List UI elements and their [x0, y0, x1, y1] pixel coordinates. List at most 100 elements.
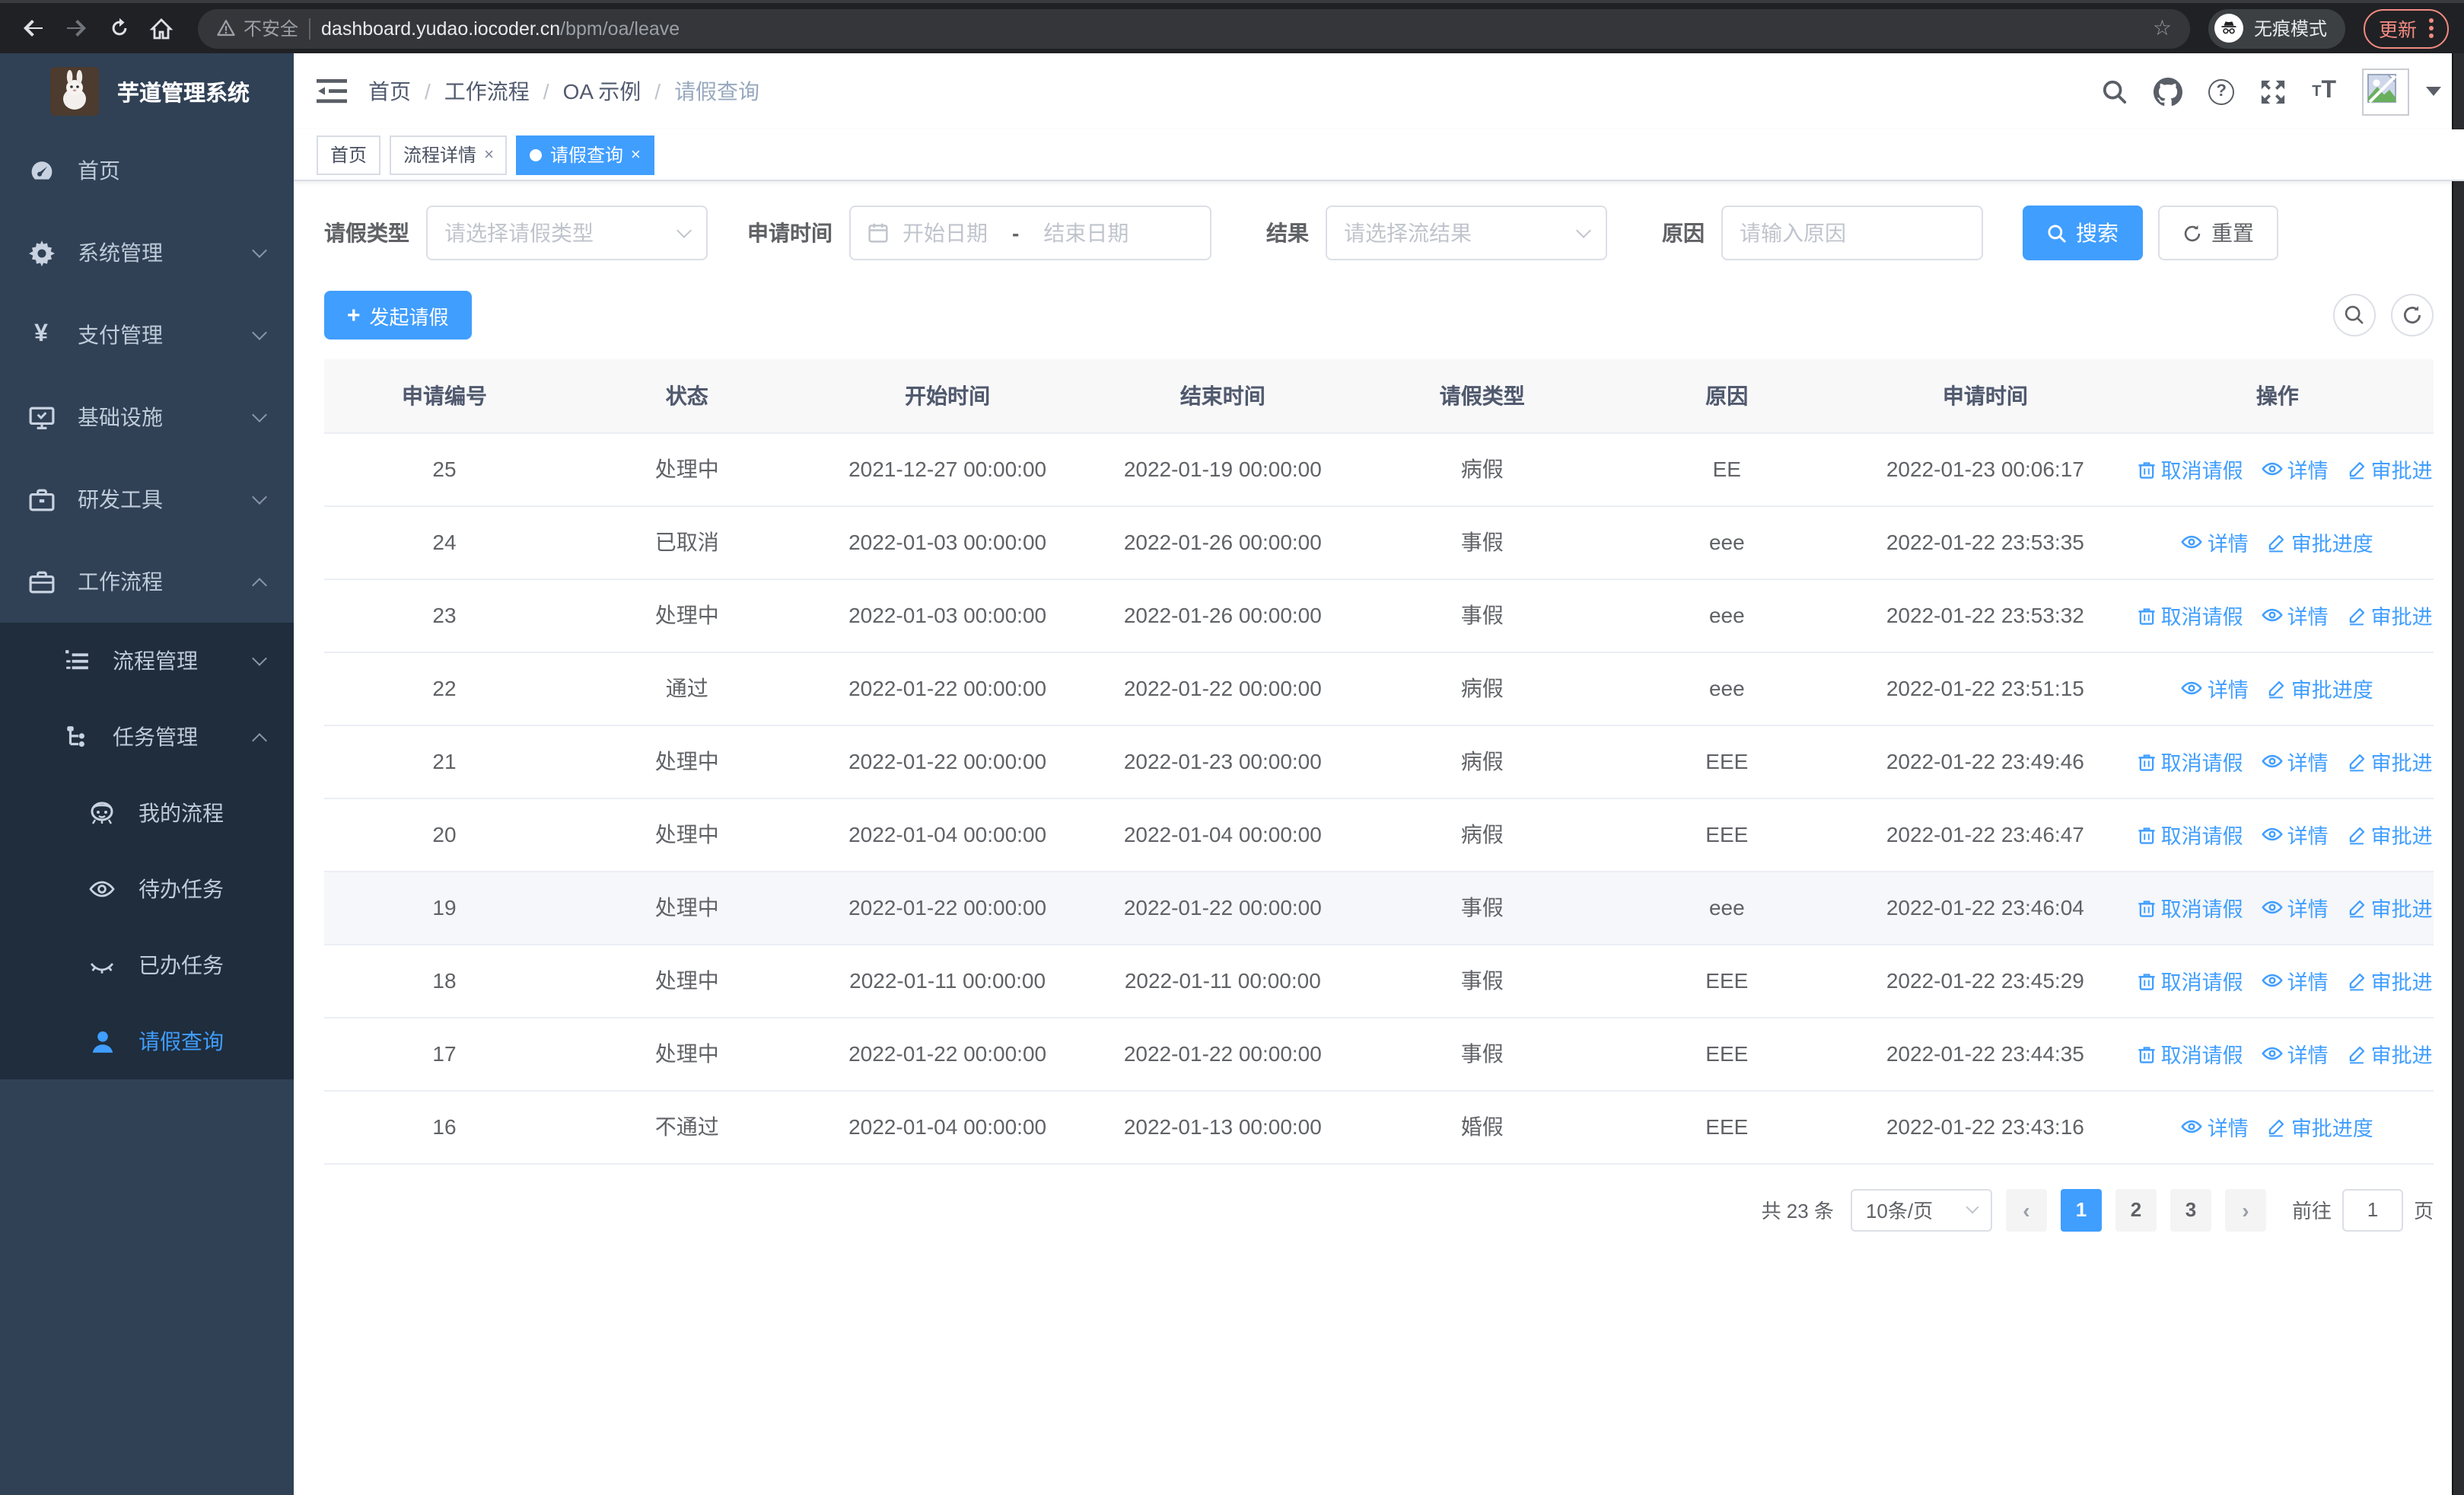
detail-action-link[interactable]: 详情	[2261, 1038, 2329, 1069]
apply-date-range-picker[interactable]: 开始日期 - 结束日期	[849, 206, 1211, 260]
font-size-icon[interactable]: TT	[2312, 78, 2336, 105]
leave-type-select[interactable]: 请选择请假类型	[426, 206, 708, 260]
progress-action-link[interactable]: 审批进度	[2347, 747, 2434, 777]
page-content: 请假类型 请选择请假类型 申请时间 开始日期 - 结束日期 结果 请选择流结果 …	[294, 181, 2464, 1495]
progress-action-link[interactable]: 审批进度	[2267, 674, 2373, 704]
page-button-2[interactable]: 2	[2115, 1188, 2157, 1231]
browser-update-menu[interactable]: 更新	[2363, 8, 2449, 48]
sidebar-item-11[interactable]: 请假查询	[0, 1003, 294, 1079]
progress-action-link[interactable]: 审批进度	[2347, 601, 2434, 631]
address-bar[interactable]: 不安全 dashboard.yudao.iocoder.cn/bpm/oa/le…	[198, 8, 2190, 48]
browser-reload-button[interactable]	[100, 10, 137, 46]
detail-action-link[interactable]: 详情	[2261, 454, 2329, 484]
detail-action-link[interactable]: 详情	[2182, 673, 2249, 703]
sidebar-item-7[interactable]: 任务管理	[0, 699, 294, 775]
breadcrumb-item-0[interactable]: 首页	[368, 76, 411, 107]
browser-back-button[interactable]	[15, 10, 52, 46]
reason-input[interactable]	[1740, 221, 1965, 245]
page-button-3[interactable]: 3	[2170, 1188, 2211, 1231]
pagination-total: 共 23 条	[1761, 1200, 1834, 1222]
detail-action-link[interactable]: 详情	[2261, 746, 2329, 776]
detail-action-link[interactable]: 详情	[2261, 600, 2329, 630]
incognito-icon	[2214, 14, 2243, 43]
cancel-action-link[interactable]: 取消请假	[2137, 893, 2243, 923]
detail-action-link[interactable]: 详情	[2261, 819, 2329, 850]
briefcase-icon	[27, 569, 55, 594]
cell-actions: 取消请假 详情 审批进度	[2121, 1017, 2434, 1091]
progress-action-link[interactable]: 审批进度	[2347, 454, 2434, 485]
bookmark-star-icon[interactable]: ☆	[2153, 15, 2172, 41]
start-date-placeholder[interactable]: 开始日期	[903, 218, 988, 248]
cancel-action-link[interactable]: 取消请假	[2137, 601, 2243, 631]
progress-action-link[interactable]: 审批进度	[2267, 528, 2373, 558]
progress-action-link[interactable]: 审批进度	[2347, 820, 2434, 850]
breadcrumb-item-2[interactable]: OA 示例	[563, 76, 641, 107]
sidebar-item-6[interactable]: 流程管理	[0, 623, 294, 699]
trash-icon	[2137, 971, 2157, 991]
page-size-select[interactable]: 10条/页	[1850, 1188, 1992, 1231]
search-button[interactable]: 搜索	[2023, 206, 2143, 260]
eye-icon	[88, 875, 116, 903]
security-indicator[interactable]: 不安全	[216, 15, 298, 41]
browser-home-button[interactable]	[143, 10, 180, 46]
pen-icon	[2347, 752, 2367, 772]
header-search-icon[interactable]	[2102, 78, 2128, 104]
sidebar-item-3[interactable]: 基础设施	[0, 376, 294, 458]
table-row-23: 23 处理中 2022-01-03 00:00:00 2022-01-26 00:00…	[324, 579, 2434, 652]
sidebar-item-10[interactable]: 已办任务	[0, 927, 294, 1003]
prev-page-button[interactable]: ‹	[2005, 1188, 2047, 1231]
progress-action-link[interactable]: 审批进度	[2267, 1112, 2373, 1143]
detail-action-link[interactable]: 详情	[2182, 527, 2249, 557]
cancel-action-link[interactable]: 取消请假	[2137, 1039, 2243, 1069]
sidebar-item-1[interactable]: 系统管理	[0, 212, 294, 294]
goto-page-input[interactable]	[2341, 1188, 2403, 1231]
refresh-table-button[interactable]	[2391, 294, 2434, 336]
sidebar-item-2[interactable]: ¥ 支付管理	[0, 294, 294, 376]
cancel-action-link[interactable]: 取消请假	[2137, 747, 2243, 777]
fullscreen-icon[interactable]	[2260, 78, 2286, 104]
detail-action-link[interactable]: 详情	[2261, 965, 2329, 996]
page-button-1[interactable]: 1	[2060, 1188, 2102, 1231]
tag-0[interactable]: 首页	[317, 135, 381, 174]
progress-action-link[interactable]: 审批进度	[2347, 893, 2434, 923]
help-icon[interactable]: ?	[2208, 78, 2235, 104]
github-icon[interactable]	[2154, 77, 2183, 106]
sidebar-item-0[interactable]: 首页	[0, 129, 294, 212]
result-placeholder: 请选择流结果	[1344, 221, 1472, 245]
tag-2[interactable]: 请假查询 ×	[516, 135, 654, 174]
tag-close-icon[interactable]: ×	[631, 145, 641, 164]
progress-action-link[interactable]: 审批进度	[2347, 966, 2434, 996]
cancel-action-link[interactable]: 取消请假	[2137, 820, 2243, 850]
page-scrollbar[interactable]	[2452, 53, 2464, 1495]
create-leave-button[interactable]: + 发起请假	[324, 291, 472, 339]
avatar[interactable]	[2362, 68, 2409, 115]
cell-id: 22	[324, 652, 565, 725]
url-text[interactable]: dashboard.yudao.iocoder.cn/bpm/oa/leave	[321, 18, 2142, 39]
end-date-placeholder[interactable]: 结束日期	[1043, 218, 1129, 248]
cancel-action-link[interactable]: 取消请假	[2137, 966, 2243, 996]
result-select[interactable]: 请选择流结果	[1326, 206, 1607, 260]
tag-close-icon[interactable]: ×	[484, 145, 494, 164]
next-page-button[interactable]: ›	[2224, 1188, 2266, 1231]
sidebar-item-5[interactable]: 工作流程	[0, 540, 294, 623]
breadcrumb-item-1[interactable]: 工作流程	[444, 76, 530, 107]
kebab-menu-icon[interactable]	[2429, 18, 2434, 38]
sidebar-item-9[interactable]: 待办任务	[0, 851, 294, 927]
tag-1[interactable]: 流程详情 ×	[390, 135, 508, 174]
reset-button-label: 重置	[2211, 221, 2254, 245]
detail-action-link[interactable]: 详情	[2261, 892, 2329, 923]
cell-id: 20	[324, 798, 565, 872]
detail-action-link[interactable]: 详情	[2182, 1111, 2249, 1142]
avatar-caret-icon[interactable]	[2426, 87, 2441, 96]
toggle-search-button[interactable]	[2333, 294, 2376, 336]
view-icon	[2261, 604, 2283, 626]
column-header-4: 请假类型	[1360, 359, 1605, 433]
browser-forward-button[interactable]	[58, 10, 94, 46]
reset-button[interactable]: 重置	[2158, 206, 2278, 260]
sidebar-item-8[interactable]: 我的流程	[0, 775, 294, 851]
sidebar-collapse-icon[interactable]	[317, 76, 347, 107]
cancel-action-link[interactable]: 取消请假	[2137, 454, 2243, 485]
cell-reason: EEE	[1604, 944, 1850, 1018]
sidebar-item-4[interactable]: 研发工具	[0, 458, 294, 540]
progress-action-link[interactable]: 审批进度	[2347, 1039, 2434, 1069]
